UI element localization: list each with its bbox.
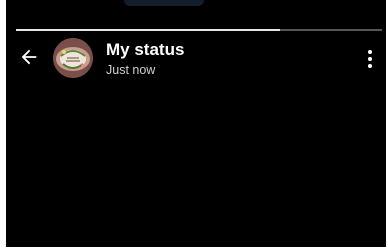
status-timestamp: Just now xyxy=(106,63,156,77)
status-title: My status xyxy=(106,40,185,59)
status-viewer-screen: My status Just now xyxy=(6,0,386,247)
status-bar-notch xyxy=(124,0,204,6)
status-progress-fill xyxy=(16,29,280,31)
status-progress-track xyxy=(16,29,382,31)
avatar[interactable] xyxy=(53,38,93,78)
avatar-image xyxy=(53,38,93,78)
more-options-button[interactable] xyxy=(360,46,380,72)
arrow-left-icon xyxy=(21,49,37,65)
more-vertical-icon xyxy=(368,50,372,54)
back-button[interactable] xyxy=(16,44,42,70)
